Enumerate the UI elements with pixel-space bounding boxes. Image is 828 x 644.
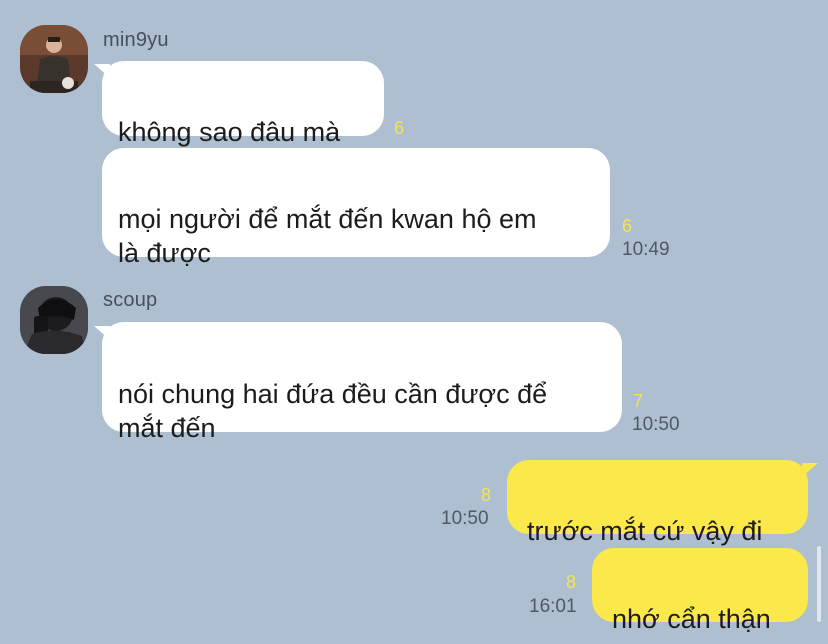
scrollbar-thumb[interactable] <box>817 546 821 622</box>
profile-photo-icon <box>20 25 88 93</box>
message-bubble[interactable]: mọi người để mắt đến kwan hộ em là được <box>102 148 610 268</box>
bubble-tail <box>802 463 818 477</box>
unread-count: 8 <box>566 572 577 592</box>
message-text: trước mắt cứ vậy đi <box>527 516 763 546</box>
message-timestamp: 10:50 <box>632 414 680 435</box>
unread-count: 8 <box>481 485 492 505</box>
message-bubble[interactable]: trước mắt cứ vậy đi <box>507 460 808 546</box>
unread-count: 6 <box>622 216 633 236</box>
profile-photo-icon <box>20 286 88 354</box>
message-text: nói chung hai đứa đều cần được để mắt đế… <box>118 379 548 443</box>
message-text: nhớ cẩn thận <box>612 604 771 634</box>
avatar-scoup[interactable] <box>20 286 88 354</box>
message-bubble[interactable]: nhớ cẩn thận <box>592 548 808 634</box>
message-text: mọi người để mắt đến kwan hộ em là được <box>118 204 537 268</box>
unread-count: 7 <box>633 391 644 411</box>
message-timestamp: 16:01 <box>529 596 577 617</box>
message-text: không sao đâu mà <box>118 117 341 147</box>
unread-count: 6 <box>394 118 405 138</box>
message-timestamp: 10:49 <box>622 239 670 260</box>
sender-name-scoup: scoup <box>103 289 158 311</box>
message-timestamp: 10:50 <box>441 508 489 529</box>
message-bubble[interactable]: nói chung hai đứa đều cần được để mắt đế… <box>102 322 622 443</box>
message-bubble[interactable]: không sao đâu mà <box>102 61 384 147</box>
sender-name-min9yu: min9yu <box>103 29 169 51</box>
avatar-min9yu[interactable] <box>20 25 88 93</box>
